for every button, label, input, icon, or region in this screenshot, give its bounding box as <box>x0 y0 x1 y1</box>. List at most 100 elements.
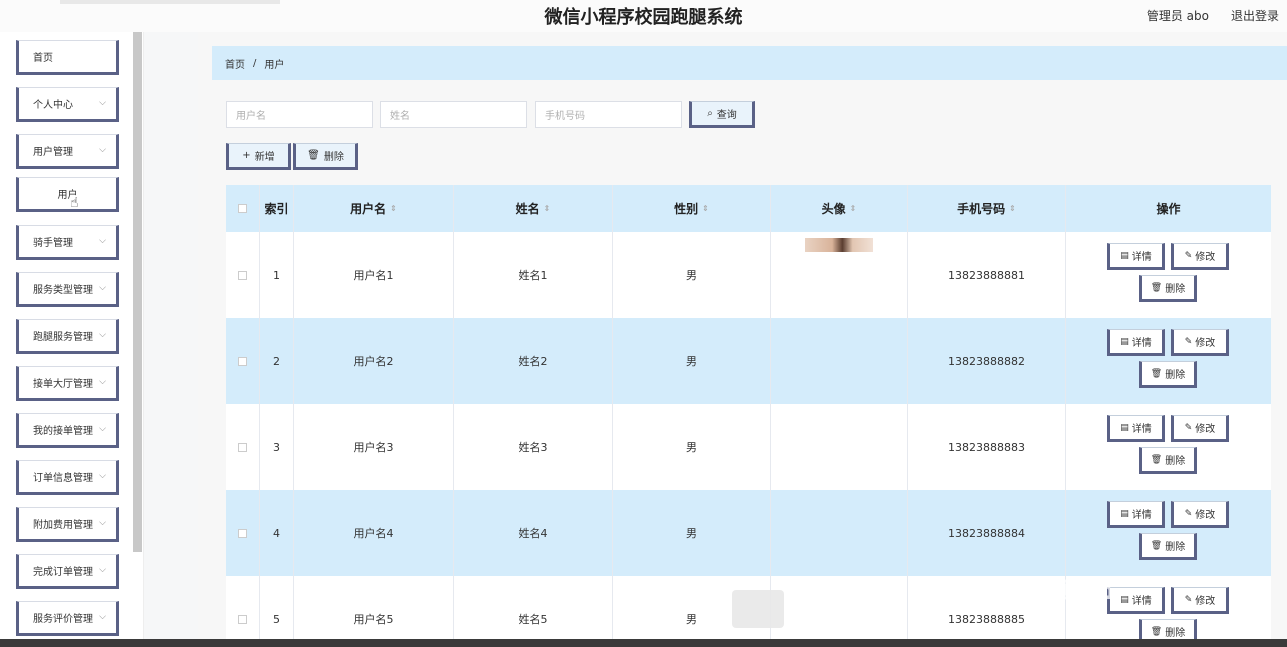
select-all-checkbox[interactable] <box>238 204 247 213</box>
trash-icon: 🗑 <box>1150 540 1163 551</box>
detail-button-label: 详情 <box>1131 424 1152 435</box>
header-name[interactable]: 姓名 ⇕ <box>454 185 613 232</box>
chevron-down-icon: ⌵ <box>99 98 106 108</box>
header-phone[interactable]: 手机号码 ⇕ <box>908 185 1066 232</box>
sidebar-item[interactable]: 跑腿服务管理 ⌵ <box>16 319 119 354</box>
delete-button-label: 删除 <box>1165 628 1186 639</box>
edit-button[interactable]: ✎ 修改 <box>1171 243 1229 270</box>
cell-name: 姓名4 <box>454 490 613 576</box>
sidebar-item-label: 首页 <box>33 53 53 64</box>
cell-index: 5 <box>260 576 294 647</box>
row-checkbox[interactable] <box>238 614 247 624</box>
sidebar-item[interactable]: 骑手管理 ⌵ <box>16 225 119 260</box>
query-button[interactable]: ⌕ 查询 <box>689 101 755 128</box>
video-overlay <box>732 590 784 628</box>
edit-button[interactable]: ✎ 修改 <box>1171 415 1229 442</box>
header-username[interactable]: 用户名 ⇕ <box>294 185 454 232</box>
sidebar-item[interactable]: 服务类型管理 ⌵ <box>16 272 119 307</box>
edit-button-label: 修改 <box>1195 424 1216 435</box>
cell-phone: 13823888881 <box>908 232 1066 318</box>
pencil-icon: ✎ <box>1184 508 1193 519</box>
delete-button[interactable]: 🗑 删除 <box>1139 447 1197 474</box>
header-index: 索引 <box>260 185 294 232</box>
row-checkbox[interactable] <box>238 528 247 538</box>
sidebar-item[interactable]: 服务评价管理 ⌵ <box>16 601 119 636</box>
cell-phone: 13823888883 <box>908 404 1066 490</box>
sidebar-item[interactable]: 首页 <box>16 40 119 75</box>
sidebar-item-label: 接单大厅管理 <box>33 379 93 390</box>
chevron-down-icon: ⌵ <box>99 471 106 481</box>
edit-button[interactable]: ✎ 修改 <box>1171 501 1229 528</box>
chevron-down-icon: ⌵ <box>99 145 106 155</box>
cell-gender: 男 <box>613 490 771 576</box>
sidebar-item[interactable]: 附加费用管理 ⌵ <box>16 507 119 542</box>
breadcrumb-home[interactable]: 首页 <box>225 56 245 71</box>
cell-avatar <box>771 232 908 318</box>
sidebar-item[interactable]: 用户 <box>16 177 119 212</box>
chevron-down-icon: ⌵ <box>99 612 106 622</box>
document-icon: ▤ <box>1120 336 1129 347</box>
row-checkbox-cell <box>226 576 260 647</box>
row-checkbox-cell <box>226 318 260 404</box>
cell-avatar <box>771 318 908 404</box>
bulk-delete-button[interactable]: 🗑 删除 <box>293 143 358 170</box>
logout-link[interactable]: 退出登录 <box>1231 7 1279 24</box>
breadcrumb-current: 用户 <box>264 59 285 71</box>
edit-button-label: 修改 <box>1195 510 1216 521</box>
sidebar-scrollbar[interactable] <box>133 32 142 552</box>
header-gender[interactable]: 性别 ⇕ <box>613 185 771 232</box>
sidebar-item[interactable]: 用户管理 ⌵ <box>16 134 119 169</box>
chevron-down-icon: ⌵ <box>99 518 106 528</box>
row-checkbox-cell <box>226 404 260 490</box>
delete-button[interactable]: 🗑 删除 <box>1139 275 1197 302</box>
sidebar-item[interactable]: 订单信息管理 ⌵ <box>16 460 119 495</box>
query-button-label: 查询 <box>716 110 737 121</box>
header-avatar[interactable]: 头像 ⇕ <box>771 185 908 232</box>
sidebar-item[interactable]: 接单大厅管理 ⌵ <box>16 366 119 401</box>
chevron-down-icon: ⌵ <box>99 236 106 246</box>
header-checkbox-cell <box>226 185 260 232</box>
row-checkbox[interactable] <box>238 442 247 452</box>
trash-icon: 🗑 <box>1150 368 1163 379</box>
chevron-down-icon: ⌵ <box>99 283 106 293</box>
sort-icon: ⇕ <box>849 204 857 213</box>
edit-button[interactable]: ✎ 修改 <box>1171 329 1229 356</box>
header-name-label: 姓名 <box>515 202 540 216</box>
detail-button[interactable]: ▤ 详情 <box>1107 243 1165 270</box>
cell-avatar <box>771 490 908 576</box>
name-search-input[interactable]: 姓名 <box>380 101 527 128</box>
edit-button[interactable]: ✎ 修改 <box>1171 587 1229 614</box>
detail-button[interactable]: ▤ 详情 <box>1107 329 1165 356</box>
pencil-icon: ✎ <box>1184 422 1193 433</box>
search-icon: ⌕ <box>707 108 713 119</box>
sidebar-item[interactable]: 个人中心 ⌵ <box>16 87 119 122</box>
delete-button[interactable]: 🗑 删除 <box>1139 361 1197 388</box>
delete-button[interactable]: 🗑 删除 <box>1139 533 1197 560</box>
row-checkbox[interactable] <box>238 356 247 366</box>
cell-avatar <box>771 576 908 647</box>
row-checkbox[interactable] <box>238 270 247 280</box>
cell-name: 姓名3 <box>454 404 613 490</box>
table-row: 2 用户名2 姓名2 男 13823888882 ▤ 详情 ✎ 修改 🗑 删除 <box>226 318 1271 404</box>
detail-button[interactable]: ▤ 详情 <box>1107 501 1165 528</box>
top-bar: 微信小程序校园跑腿系统 管理员 abo 退出登录 <box>0 0 1287 32</box>
trash-icon: 🗑 <box>1150 454 1163 465</box>
header-username-label: 用户名 <box>350 202 387 216</box>
breadcrumb: 首页 / 用户 <box>212 46 1287 80</box>
username-search-input[interactable]: 用户名 <box>226 101 373 128</box>
cell-username: 用户名2 <box>294 318 454 404</box>
sidebar-item-label: 订单信息管理 <box>33 473 93 484</box>
detail-button-label: 详情 <box>1131 510 1152 521</box>
sidebar-item[interactable]: 我的接单管理 ⌵ <box>16 413 119 448</box>
add-button[interactable]: + 新增 <box>226 143 291 170</box>
phone-search-input[interactable]: 手机号码 <box>535 101 682 128</box>
sidebar-item-label: 骑手管理 <box>33 238 73 249</box>
delete-button-label: 删除 <box>1165 542 1186 553</box>
sort-icon: ⇕ <box>702 204 709 213</box>
cell-gender: 男 <box>613 318 771 404</box>
table-row: 1 用户名1 姓名1 男 13823888881 ▤ 详情 ✎ 修改 🗑 删除 <box>226 232 1271 318</box>
sidebar-item[interactable]: 完成订单管理 ⌵ <box>16 554 119 589</box>
cell-username: 用户名4 <box>294 490 454 576</box>
cell-index: 3 <box>260 404 294 490</box>
detail-button[interactable]: ▤ 详情 <box>1107 415 1165 442</box>
